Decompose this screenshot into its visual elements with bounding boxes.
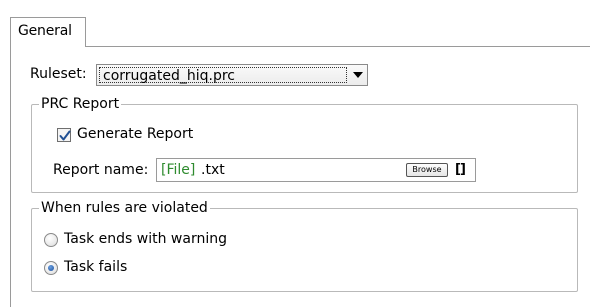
radio-task-fails[interactable] — [44, 261, 58, 275]
ruleset-value: corrugated_hiq.prc — [103, 68, 235, 84]
report-name-field[interactable]: [File] .txt Browse [] — [156, 158, 476, 182]
insert-token-button[interactable]: [] — [455, 162, 466, 177]
ruleset-focus-ring: corrugated_hiq.prc — [99, 67, 347, 84]
task-ends-with-warning-label[interactable]: Task ends with warning — [64, 231, 227, 247]
rules-violated-group: When rules are violated — [31, 200, 578, 292]
browse-button[interactable]: Browse — [406, 163, 448, 177]
checkmark-icon — [59, 130, 71, 141]
rules-violated-title: When rules are violated — [39, 200, 210, 216]
prc-report-title: PRC Report — [39, 96, 122, 112]
generate-report-label[interactable]: Generate Report — [77, 126, 193, 142]
generate-report-checkbox[interactable] — [57, 128, 71, 142]
report-name-label: Report name: — [53, 162, 149, 178]
report-name-token: [File] — [161, 162, 196, 178]
tab-general-label: General — [18, 23, 72, 39]
task-fails-label[interactable]: Task fails — [64, 259, 127, 275]
chevron-down-icon[interactable] — [353, 72, 363, 78]
dialog-frame: General Ruleset: corrugated_hiq.prc PRC … — [0, 0, 590, 307]
radio-dot-icon — [48, 265, 54, 271]
report-name-suffix: .txt — [201, 162, 225, 178]
radio-task-ends-with-warning[interactable] — [44, 233, 58, 247]
tab-general[interactable]: General — [10, 17, 86, 47]
ruleset-label: Ruleset: — [30, 66, 87, 82]
ruleset-dropdown[interactable]: corrugated_hiq.prc — [96, 64, 368, 86]
